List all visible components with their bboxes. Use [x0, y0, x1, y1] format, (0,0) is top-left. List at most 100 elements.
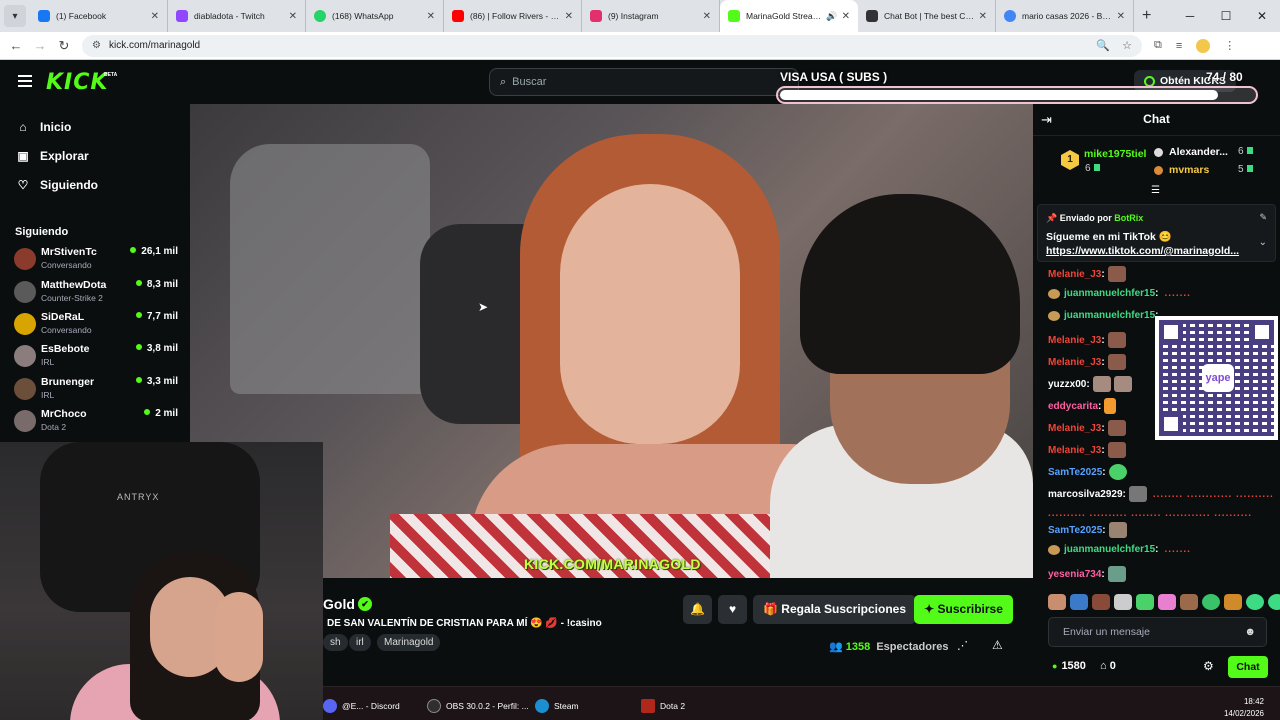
followed-channel[interactable]: MatthewDota Counter-Strike 2 8,3 mil: [14, 279, 180, 309]
taskbar-app-obs[interactable]: OBS 30.0.2 - Perfil: ...: [427, 699, 529, 713]
unpin-icon[interactable]: ✎: [1259, 212, 1267, 223]
kick-logo[interactable]: KICK: [46, 70, 108, 95]
tab-kick[interactable]: MarinaGold Stream - 🔊 ✕: [720, 0, 858, 32]
forward-icon[interactable]: →: [28, 38, 52, 53]
send-chat-button[interactable]: Chat: [1228, 656, 1268, 678]
leaderboard-toggle-icon[interactable]: ☰: [1151, 185, 1160, 196]
emote[interactable]: [1136, 594, 1154, 610]
search-input[interactable]: ⌕ Buscar: [489, 68, 799, 96]
close-tab-icon[interactable]: ✕: [703, 11, 711, 22]
chat-username[interactable]: juanmanuelchfer15: [1064, 544, 1155, 555]
tab-twitch[interactable]: diabladota - Twitch ✕: [168, 0, 306, 32]
chat-username[interactable]: juanmanuelchfer15: [1064, 310, 1155, 321]
close-tab-icon[interactable]: ✕: [151, 11, 159, 22]
followed-channel[interactable]: MrChoco Dota 2 2 mil: [14, 408, 180, 438]
emote[interactable]: [1180, 594, 1198, 610]
chat-username[interactable]: SamTe2025: [1048, 467, 1102, 478]
emote[interactable]: [1246, 594, 1264, 610]
tab-youtube[interactable]: (86) | Follow Rivers - Lykk ✕: [444, 0, 582, 32]
tab-chatbot[interactable]: Chat Bot | The best ChatB ✕: [858, 0, 996, 32]
nav-following[interactable]: ♡ Siguiendo: [16, 178, 98, 192]
taskbar-app-dota2[interactable]: Dota 2: [641, 699, 685, 713]
tag-irl[interactable]: irl: [349, 634, 371, 651]
tab-facebook[interactable]: (1) Facebook ✕: [30, 0, 168, 32]
close-tab-icon[interactable]: ✕: [427, 11, 435, 22]
leaderboard-name[interactable]: mike1975tiel: [1084, 148, 1146, 160]
chat-settings-icon[interactable]: ⚙: [1203, 659, 1214, 673]
system-clock[interactable]: 18:42 14/02/2026: [1224, 696, 1264, 720]
nav-home[interactable]: ⌂ Inicio: [16, 120, 71, 134]
chat-username[interactable]: yuzzx00: [1048, 379, 1086, 390]
speaker-icon[interactable]: 🔊: [826, 11, 837, 22]
tab-instagram[interactable]: (9) Instagram ✕: [582, 0, 720, 32]
followed-channel[interactable]: EsBebote IRL 3,8 mil: [14, 343, 180, 373]
emote[interactable]: [1224, 594, 1242, 610]
new-tab-button[interactable]: +: [1142, 7, 1151, 25]
chat-username[interactable]: SamTe2025: [1048, 525, 1102, 536]
site-info-icon[interactable]: ⚙: [92, 40, 101, 51]
close-tab-icon[interactable]: ✕: [289, 11, 297, 22]
close-tab-icon[interactable]: ✕: [1117, 11, 1125, 22]
followed-channel[interactable]: MrStivenTc Conversando 26,1 mil: [14, 246, 180, 276]
share-icon[interactable]: ⋰: [957, 639, 968, 652]
tab-search-button[interactable]: ▾: [4, 5, 26, 27]
chat-username[interactable]: Melanie_J3: [1048, 423, 1101, 434]
subscribe-button[interactable]: ✦ Suscribirse: [914, 595, 1013, 624]
taskbar-app-steam[interactable]: Steam: [535, 699, 579, 713]
close-window-icon[interactable]: ✕: [1244, 9, 1280, 23]
chat-username[interactable]: juanmanuelchfer15: [1064, 288, 1155, 299]
emote[interactable]: [1092, 594, 1110, 610]
profile-avatar[interactable]: [1196, 38, 1211, 53]
emote[interactable]: [1048, 594, 1066, 610]
media-controls-icon[interactable]: ≡: [1176, 40, 1182, 52]
tab-google[interactable]: mario casas 2026 - Busca ✕: [996, 0, 1134, 32]
report-warning-icon[interactable]: ⚠: [992, 638, 1003, 652]
streamer-name[interactable]: Gold: [323, 596, 355, 612]
gift-subs-button[interactable]: 🎁 Regala Suscripciones: [753, 595, 917, 624]
emoji-picker-icon[interactable]: ☻: [1244, 618, 1256, 646]
chat-username[interactable]: Melanie_J3: [1048, 269, 1101, 280]
gift-counter[interactable]: ⌂ 0: [1100, 660, 1116, 672]
chat-username[interactable]: Melanie_J3: [1048, 335, 1101, 346]
emote[interactable]: [1202, 594, 1220, 610]
emote[interactable]: [1158, 594, 1176, 610]
reload-icon[interactable]: ↻: [52, 38, 76, 54]
chat-username[interactable]: yesenia734: [1048, 569, 1101, 580]
emote[interactable]: [1268, 594, 1280, 610]
emote[interactable]: [1114, 594, 1132, 610]
close-tab-icon[interactable]: ✕: [842, 11, 850, 22]
chat-username[interactable]: Melanie_J3: [1048, 357, 1101, 368]
qr-corner: [1250, 320, 1274, 344]
url-field[interactable]: ⚙ kick.com/marinagold 🔍 ☆: [82, 34, 1142, 57]
emote[interactable]: [1070, 594, 1088, 610]
maximize-icon[interactable]: ☐: [1208, 9, 1244, 23]
leaderboard-name[interactable]: Alexander...: [1169, 146, 1228, 158]
notifications-bell-button[interactable]: 🔔: [683, 595, 712, 624]
taskbar-app-discord[interactable]: @E... - Discord: [323, 699, 400, 713]
close-tab-icon[interactable]: ✕: [979, 11, 987, 22]
minimize-icon[interactable]: ─: [1172, 9, 1208, 23]
extensions-icon[interactable]: ⧉: [1154, 39, 1162, 52]
followed-channel[interactable]: Brunenger IRL 3,3 mil: [14, 376, 180, 406]
search-placeholder: Buscar: [512, 76, 547, 88]
kick-points[interactable]: 1580: [1052, 660, 1085, 672]
followed-channel[interactable]: SiDeRaL Conversando 7,7 mil: [14, 311, 180, 341]
tab-whatsapp[interactable]: (168) WhatsApp ✕: [306, 0, 444, 32]
bookmark-star-icon[interactable]: ☆: [1122, 39, 1132, 52]
chat-username[interactable]: Melanie_J3: [1048, 445, 1101, 456]
menu-dots-icon[interactable]: ⋮: [1224, 39, 1235, 52]
pinned-link[interactable]: https://www.tiktok.com/@marinagold...: [1046, 245, 1256, 257]
chevron-down-icon[interactable]: ⌄: [1259, 237, 1267, 248]
menu-icon[interactable]: [18, 75, 32, 87]
chat-message-input[interactable]: Enviar un mensaje ☻: [1048, 617, 1267, 647]
tag-sh[interactable]: sh: [323, 634, 348, 651]
leaderboard-name[interactable]: mvmars: [1169, 164, 1209, 176]
tag-marinagold[interactable]: Marinagold: [377, 634, 441, 651]
chat-username[interactable]: eddycarita: [1048, 401, 1098, 412]
zoom-icon[interactable]: 🔍: [1096, 39, 1110, 52]
follow-heart-button[interactable]: ♥: [718, 595, 747, 624]
close-tab-icon[interactable]: ✕: [565, 11, 573, 22]
back-icon[interactable]: ←: [4, 38, 28, 53]
nav-explore[interactable]: ▣ Explorar: [16, 149, 88, 163]
chat-username[interactable]: marcosilva2929: [1048, 489, 1123, 500]
